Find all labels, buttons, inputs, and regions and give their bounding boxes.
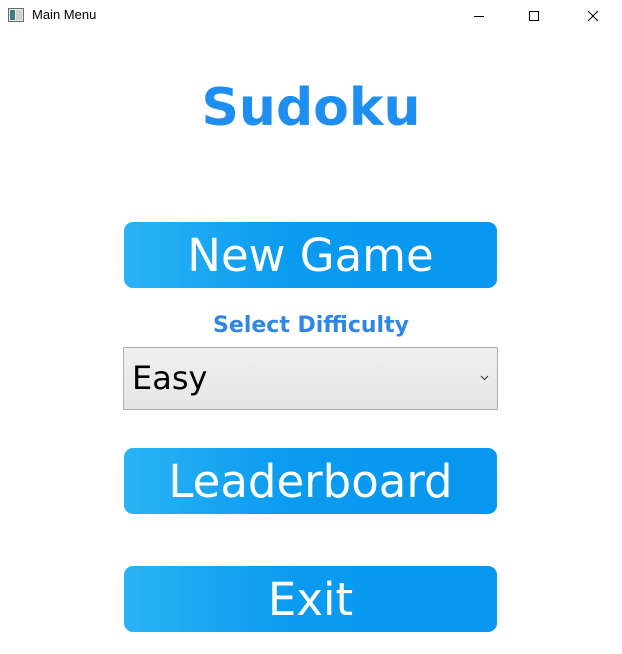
close-icon [587, 10, 599, 21]
difficulty-selected-value: Easy [132, 359, 208, 397]
page-title: Sudoku [201, 78, 421, 138]
maximize-button[interactable] [511, 0, 557, 31]
difficulty-select[interactable]: Easy [123, 347, 498, 410]
leaderboard-button[interactable]: Leaderboard [124, 448, 497, 514]
new-game-button[interactable]: New Game [124, 222, 497, 288]
minimize-button[interactable] [456, 0, 502, 31]
difficulty-label: Select Difficulty [213, 313, 409, 338]
maximize-icon [529, 10, 539, 21]
exit-button[interactable]: Exit [124, 566, 497, 632]
minimize-icon [474, 15, 484, 17]
chevron-down-icon [480, 375, 489, 381]
window-title: Main Menu [32, 7, 97, 22]
title-bar[interactable]: Main Menu [0, 0, 622, 31]
app-window-icon [8, 8, 24, 22]
close-button[interactable] [570, 0, 616, 31]
main-menu-window: Main Menu Sudoku New Game Select Difficu… [0, 0, 622, 654]
